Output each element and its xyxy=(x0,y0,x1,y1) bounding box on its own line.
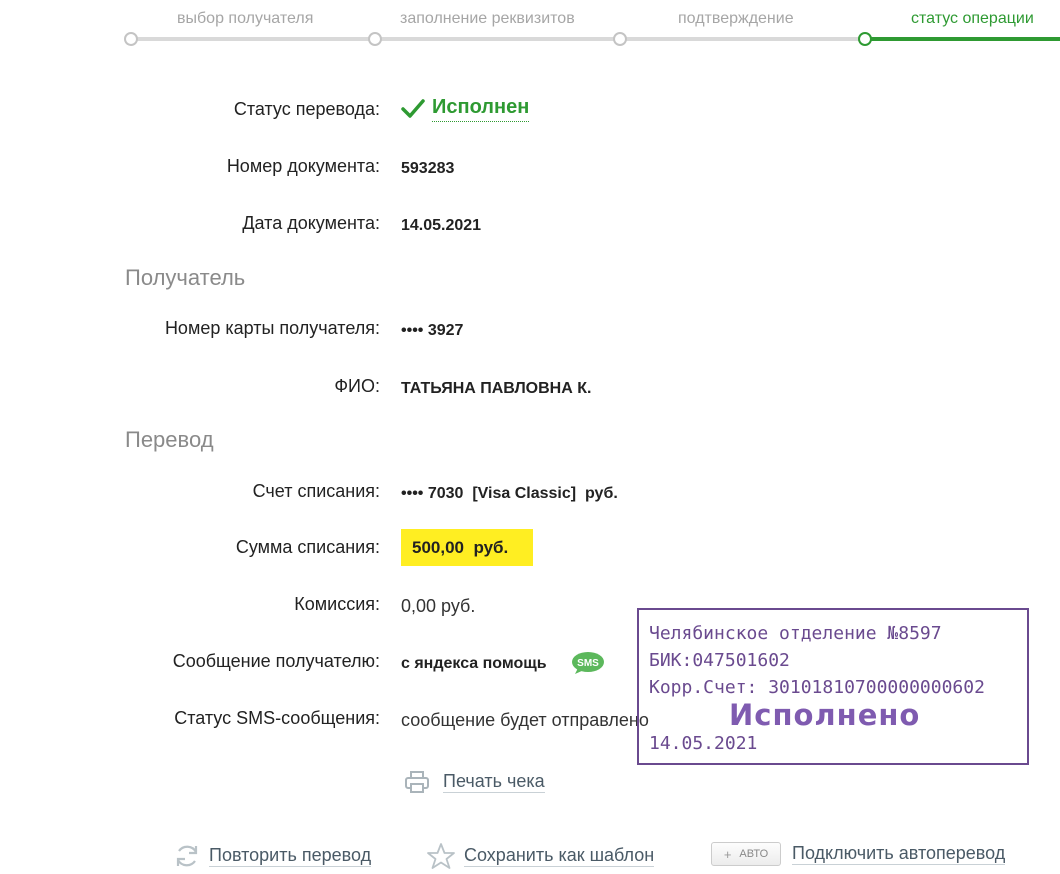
step-select-recipient: выбор получателя xyxy=(177,10,314,27)
stamp-corr-account: Корр.Счет: 30101810700000000602 xyxy=(649,677,985,698)
progress-track xyxy=(130,37,866,41)
fee-label: Комиссия: xyxy=(294,594,380,614)
recipient-section-title: Получатель xyxy=(125,265,246,290)
doc-number-label: Номер документа: xyxy=(226,156,380,176)
doc-date-value: 14.05.2021 xyxy=(401,217,482,234)
sms-badge-text: SMS xyxy=(577,658,599,669)
message-label: Сообщение получателю: xyxy=(172,651,380,671)
auto-badge-label: АВТО xyxy=(739,848,769,860)
stamp-executed: Исполнено xyxy=(729,698,921,732)
step-fill-details: заполнение реквизитов xyxy=(400,10,575,27)
printer-icon xyxy=(405,771,429,793)
stamp-branch: Челябинское отделение №8597 xyxy=(649,623,942,644)
step-dot xyxy=(613,32,627,46)
star-icon xyxy=(427,843,455,869)
repeat-transfer-action[interactable]: Повторить перевод xyxy=(173,842,372,870)
plus-icon: + xyxy=(723,846,732,862)
autotransfer-link[interactable]: Подключить автоперевод xyxy=(792,843,1006,865)
amount-label: Сумма списания: xyxy=(235,537,380,557)
step-confirm: подтверждение xyxy=(678,10,794,27)
step-dot-active xyxy=(858,32,872,46)
step-dot xyxy=(368,32,382,46)
name-label: ФИО: xyxy=(334,376,380,396)
save-template-action[interactable]: Сохранить как шаблон xyxy=(426,842,655,870)
progress-steps: выбор получателя заполнение реквизитов п… xyxy=(0,0,1060,60)
doc-date-label: Дата документа: xyxy=(242,213,380,233)
repeat-transfer-link[interactable]: Повторить перевод xyxy=(209,845,372,867)
check-icon xyxy=(401,99,425,118)
bank-stamp: Челябинское отделение №8597 БИК:04750160… xyxy=(637,608,1029,765)
fee-value: 0,00 руб. xyxy=(401,596,476,616)
sms-status-value: сообщение будет отправлено xyxy=(401,710,649,730)
transfer-section-title: Перевод xyxy=(125,427,214,452)
stamp-bik: БИК:047501602 xyxy=(649,650,790,671)
amount-value: 500,00 руб. xyxy=(401,529,533,566)
step-dot xyxy=(124,32,138,46)
progress-track-active xyxy=(866,37,1060,41)
doc-number-value: 593283 xyxy=(401,160,455,177)
status-label: Статус перевода: xyxy=(233,99,380,119)
sms-status-label: Статус SMS-сообщения: xyxy=(174,708,380,728)
auto-badge[interactable]: + АВТО xyxy=(711,842,781,866)
print-receipt[interactable]: Печать чека xyxy=(404,770,545,794)
status-value: Исполнен xyxy=(401,96,530,122)
sms-icon: SMS xyxy=(572,652,604,674)
name-value: ТАТЬЯНА ПАВЛОВНА К. xyxy=(401,380,592,397)
card-label: Номер карты получателя: xyxy=(164,318,380,338)
save-template-link[interactable]: Сохранить как шаблон xyxy=(464,845,655,867)
print-receipt-link[interactable]: Печать чека xyxy=(443,771,545,793)
account-value: •••• 7030 [Visa Classic] руб. xyxy=(401,485,618,502)
autotransfer-action[interactable]: + АВТО Подключить автоперевод xyxy=(711,842,1006,866)
stamp-date: 14.05.2021 xyxy=(649,733,758,754)
message-value: с яндекса помощь xyxy=(401,655,547,672)
account-label: Счет списания: xyxy=(252,481,380,501)
repeat-icon xyxy=(176,845,198,867)
card-value: •••• 3927 xyxy=(401,322,464,339)
step-operation-status: статус операции xyxy=(911,10,1034,27)
status-text[interactable]: Исполнен xyxy=(432,96,530,122)
